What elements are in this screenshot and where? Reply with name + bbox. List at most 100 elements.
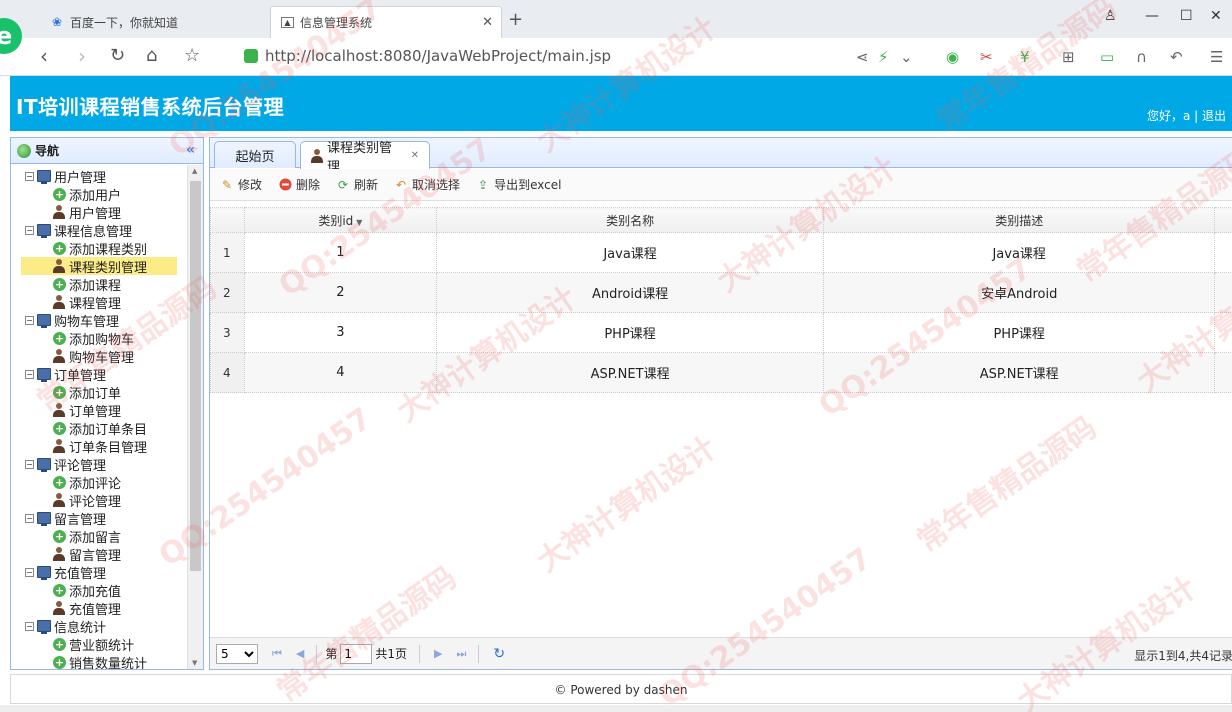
prev-page-icon[interactable]: ◀ bbox=[296, 647, 304, 660]
first-page-icon[interactable]: ⏮ bbox=[272, 647, 282, 661]
scroll-up-icon[interactable]: ▲ bbox=[192, 167, 197, 175]
nav-item-manage[interactable]: 留言管理 bbox=[53, 545, 121, 564]
svg-text:e: e bbox=[0, 22, 12, 50]
nav-group[interactable]: − 用户管理 bbox=[25, 167, 106, 186]
nav-item-add[interactable]: + 添加课程 bbox=[53, 275, 121, 294]
yen-shield-icon[interactable]: ¥ bbox=[1020, 48, 1030, 66]
cancel-selection-button[interactable]: ↶ 取消选择 bbox=[394, 176, 460, 193]
forward-icon[interactable]: › bbox=[78, 44, 86, 68]
scrollbar-thumb[interactable] bbox=[190, 181, 201, 571]
welcome-logout-link[interactable]: 您好，a | 退出 bbox=[1147, 107, 1226, 124]
undo-icon[interactable]: ↶ bbox=[1170, 48, 1183, 66]
nav-item-add[interactable]: + 添加订单 bbox=[53, 383, 121, 402]
nav-group[interactable]: − 充值管理 bbox=[25, 563, 106, 582]
collapse-toggle-icon[interactable]: − bbox=[25, 513, 34, 523]
collapse-toggle-icon[interactable]: − bbox=[25, 567, 34, 577]
nav-item-add[interactable]: + 添加评论 bbox=[53, 473, 121, 492]
page-size-select[interactable]: 5 bbox=[216, 643, 258, 664]
wechat-icon[interactable]: ◉ bbox=[946, 48, 959, 66]
nav-item-manage[interactable]: 评论管理 bbox=[53, 491, 121, 510]
nav-item-add[interactable]: + 添加订单条目 bbox=[53, 419, 147, 438]
delete-button[interactable]: 删除 bbox=[278, 176, 320, 193]
scroll-down-icon[interactable]: ▼ bbox=[192, 659, 197, 667]
cell-name: PHP课程 bbox=[435, 312, 825, 353]
bolt-icon[interactable]: ⚡ bbox=[878, 48, 889, 66]
close-tab-icon[interactable]: ✕ bbox=[411, 150, 419, 161]
nav-group[interactable]: − 评论管理 bbox=[25, 455, 106, 474]
nav-item-manage[interactable]: 充值管理 bbox=[53, 599, 122, 618]
nav-item-add[interactable]: + 添加课程类别 bbox=[53, 239, 147, 258]
pager-refresh-icon[interactable]: ↻ bbox=[493, 646, 505, 662]
nav-item-manage[interactable]: 课程类别管理 bbox=[21, 257, 177, 276]
minimize-button[interactable]: — bbox=[1145, 8, 1159, 24]
url-field[interactable]: http://localhost:8080/JavaWebProject/mai… bbox=[244, 47, 611, 65]
close-tab-icon[interactable]: ✕ bbox=[482, 15, 493, 30]
collapse-toggle-icon[interactable]: − bbox=[25, 171, 34, 181]
nav-item-label: 订单管理 bbox=[54, 368, 107, 384]
nav-item-manage[interactable]: 订单管理 bbox=[53, 401, 122, 420]
collapse-toggle-icon[interactable]: − bbox=[25, 225, 34, 235]
last-page-icon[interactable]: ⏭ bbox=[457, 647, 467, 661]
chevron-down-icon[interactable]: ⌄ bbox=[900, 48, 913, 66]
new-tab-button[interactable]: + bbox=[508, 9, 523, 30]
apps-grid-icon[interactable]: ⊞ bbox=[1062, 48, 1075, 66]
column-header-name[interactable]: 类别名称 bbox=[435, 207, 825, 233]
nav-item-add[interactable]: + 添加用户 bbox=[53, 185, 121, 204]
nav-item-manage[interactable]: 订单条目管理 bbox=[53, 437, 147, 456]
share-icon[interactable]: ⋖ bbox=[856, 48, 869, 66]
nav-item-manage[interactable]: 购物车管理 bbox=[53, 347, 134, 366]
nav-item-add[interactable]: + 销售数量统计 bbox=[53, 653, 147, 669]
cell-id: 2 bbox=[243, 272, 437, 313]
collapse-toggle-icon[interactable]: − bbox=[25, 621, 34, 631]
nav-item-label: 充值管理 bbox=[69, 602, 122, 618]
collapse-icon[interactable]: « bbox=[186, 142, 195, 158]
nav-group[interactable]: − 课程信息管理 bbox=[25, 221, 132, 240]
battery-icon[interactable]: ▭ bbox=[1100, 48, 1114, 66]
collapse-toggle-icon[interactable]: − bbox=[25, 459, 34, 469]
headphones-icon[interactable]: ∩ bbox=[1136, 48, 1147, 66]
nav-group[interactable]: − 订单管理 bbox=[25, 365, 107, 384]
page-number-input[interactable] bbox=[340, 643, 373, 664]
refresh-button[interactable]: ⟳ 刷新 bbox=[336, 176, 378, 193]
table-row[interactable]: 4 4 ASP.NET课程 ASP.NET课程 bbox=[210, 352, 1232, 393]
nav-scrollbar[interactable]: ▲ ▼ bbox=[187, 165, 203, 669]
nav-item-label: 订单管理 bbox=[69, 404, 122, 420]
column-header-desc[interactable]: 类别描述 bbox=[823, 207, 1215, 233]
column-header-id[interactable]: 类别id ▼ bbox=[243, 207, 437, 233]
star-icon[interactable]: ☆ bbox=[184, 44, 200, 68]
scissors-icon[interactable]: ✂ bbox=[980, 48, 993, 66]
tab-home-label: 起始页 bbox=[235, 149, 275, 165]
nav-item-add[interactable]: + 营业额统计 bbox=[53, 635, 134, 654]
tab-home[interactable]: 起始页 bbox=[214, 141, 296, 168]
cell-desc: ASP.NET课程 bbox=[823, 352, 1215, 393]
home-icon[interactable]: ⌂ bbox=[146, 44, 157, 68]
table-row[interactable]: 2 2 Android课程 安卓Android bbox=[210, 272, 1232, 313]
edit-button[interactable]: ✎ 修改 bbox=[220, 176, 262, 193]
nav-item-label: 添加留言 bbox=[69, 530, 122, 546]
table-row[interactable]: 1 1 Java课程 Java课程 bbox=[210, 232, 1232, 273]
collapse-toggle-icon[interactable]: − bbox=[25, 369, 34, 379]
table-row[interactable]: 3 3 PHP课程 PHP课程 bbox=[210, 312, 1232, 353]
back-icon[interactable]: ‹ bbox=[40, 44, 48, 68]
nav-group[interactable]: − 留言管理 bbox=[25, 509, 107, 528]
nav-item-add[interactable]: + 添加充值 bbox=[53, 581, 121, 600]
nav-item-label: 留言管理 bbox=[54, 512, 107, 528]
nav-item-manage[interactable]: 用户管理 bbox=[53, 203, 121, 222]
nav-item-add[interactable]: + 添加购物车 bbox=[53, 329, 134, 348]
content-panel: 起始页 课程类别管理 ✕ ✎ 修改 删除 ⟳ 刷新 ↶ 取消选择 ⇪ 导出到ex… bbox=[209, 137, 1232, 670]
tab-course-category[interactable]: 课程类别管理 ✕ bbox=[300, 141, 430, 175]
reload-icon[interactable]: ↻ bbox=[110, 44, 125, 68]
maximize-button[interactable]: ☐ bbox=[1180, 8, 1193, 24]
nav-group[interactable]: − 信息统计 bbox=[25, 617, 106, 636]
nav-group[interactable]: − 购物车管理 bbox=[25, 311, 119, 330]
next-page-icon[interactable]: ▶ bbox=[434, 647, 442, 660]
close-window-button[interactable]: ✕ bbox=[1210, 8, 1222, 24]
menu-icon[interactable]: ☰ bbox=[1210, 48, 1223, 66]
nav-item-manage[interactable]: 课程管理 bbox=[53, 293, 121, 312]
browser-tab-active[interactable]: ▲ 信息管理系统 ✕ bbox=[270, 6, 502, 38]
shirt-icon[interactable]: ♙ bbox=[1104, 8, 1117, 24]
nav-item-add[interactable]: + 添加留言 bbox=[53, 527, 122, 546]
browser-tab-baidu[interactable]: ❀ 百度一下，你就知道 bbox=[40, 6, 268, 38]
collapse-toggle-icon[interactable]: − bbox=[25, 315, 34, 325]
export-excel-button[interactable]: ⇪ 导出到excel bbox=[476, 176, 561, 193]
